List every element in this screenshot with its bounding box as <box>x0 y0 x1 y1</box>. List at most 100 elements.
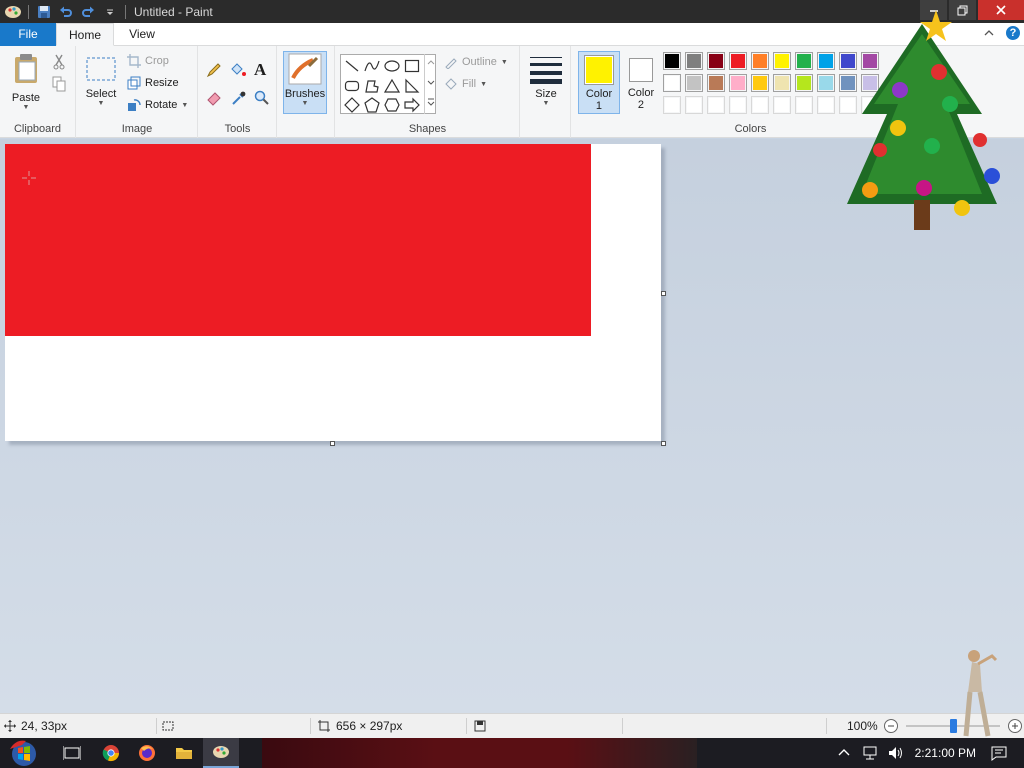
zoom-out-icon[interactable] <box>883 718 899 734</box>
crop-label: Crop <box>145 55 169 67</box>
line-shape-icon[interactable] <box>343 57 361 75</box>
palette-swatch[interactable] <box>795 52 813 70</box>
paste-button[interactable]: Paste ▼ <box>6 52 46 111</box>
color1-button[interactable]: Color 1 <box>578 51 620 114</box>
palette-swatch[interactable] <box>773 74 791 92</box>
palette-swatch[interactable] <box>795 74 813 92</box>
tab-file[interactable]: File <box>0 23 56 46</box>
outline-button[interactable]: Outline ▼ <box>444 55 508 69</box>
rotate-label: Rotate <box>145 99 178 111</box>
palette-swatch[interactable] <box>663 74 681 92</box>
palette-swatch[interactable] <box>685 74 703 92</box>
palette-swatch[interactable] <box>773 96 791 114</box>
scroll-down-icon[interactable] <box>426 76 436 90</box>
brushes-button[interactable]: Brushes ▼ <box>283 51 327 114</box>
palette-swatch[interactable] <box>795 96 813 114</box>
palette-swatch[interactable] <box>817 96 835 114</box>
palette-swatch[interactable] <box>729 74 747 92</box>
palette-swatch[interactable] <box>729 52 747 70</box>
zoom-in-icon[interactable] <box>1007 718 1023 734</box>
resize-button[interactable]: Resize <box>127 76 179 90</box>
right-arrow-shape-icon[interactable] <box>403 96 421 114</box>
rotate-button[interactable]: Rotate ▼ <box>127 98 188 112</box>
pencil-icon <box>206 63 221 78</box>
scroll-up-icon[interactable] <box>426 56 436 70</box>
taskbar-clock[interactable]: 2:21:00 PM <box>915 746 976 760</box>
drawing-canvas[interactable] <box>5 144 661 441</box>
rotate-dropdown-icon: ▼ <box>181 101 189 109</box>
cut-button[interactable] <box>52 54 66 70</box>
palette-swatch[interactable] <box>685 52 703 70</box>
palette-swatch[interactable] <box>817 74 835 92</box>
system-tray: 2:21:00 PM <box>837 738 1024 768</box>
zoom-level: 100% <box>847 719 878 733</box>
palette-swatch[interactable] <box>751 96 769 114</box>
start-button[interactable] <box>2 738 46 768</box>
firefox-taskbar-button[interactable] <box>129 738 165 768</box>
canvas-resize-handle-corner[interactable] <box>661 441 666 446</box>
volume-icon[interactable] <box>887 745 905 761</box>
save-icon[interactable] <box>33 1 55 23</box>
fill-tool[interactable] <box>229 62 247 78</box>
help-icon[interactable]: ? <box>1006 26 1020 40</box>
text-tool[interactable]: A <box>254 60 266 80</box>
palette-swatch[interactable] <box>663 96 681 114</box>
rounded-rectangle-shape-icon[interactable] <box>343 77 361 95</box>
tab-view[interactable]: View <box>114 23 170 46</box>
customize-qat-icon[interactable] <box>99 1 121 23</box>
pentagon-shape-icon[interactable] <box>363 96 381 114</box>
canvas-resize-handle-right[interactable] <box>661 291 666 296</box>
palette-swatch[interactable] <box>685 96 703 114</box>
paint-icon <box>213 746 229 758</box>
palette-swatch[interactable] <box>817 52 835 70</box>
color2-swatch <box>631 60 651 80</box>
palette-swatch[interactable] <box>751 52 769 70</box>
show-hidden-icons-icon[interactable] <box>837 746 851 760</box>
diamond-shape-icon[interactable] <box>343 96 361 114</box>
chrome-taskbar-button[interactable] <box>93 738 129 768</box>
right-triangle-shape-icon[interactable] <box>403 77 421 95</box>
shapes-scrollbar[interactable] <box>424 54 436 114</box>
red-rectangle-shape[interactable] <box>5 144 591 336</box>
palette-swatch[interactable] <box>663 52 681 70</box>
redo-icon[interactable] <box>77 1 99 23</box>
dancer-figure-decoration <box>963 650 998 737</box>
select-button[interactable]: Select ▼ <box>83 56 119 107</box>
network-icon[interactable] <box>861 745 879 761</box>
undo-icon[interactable] <box>55 1 77 23</box>
size-button[interactable]: Size ▼ <box>528 54 564 107</box>
magnifier-tool[interactable] <box>254 90 270 106</box>
palette-swatch[interactable] <box>729 96 747 114</box>
tab-home[interactable]: Home <box>56 23 114 46</box>
eraser-tool[interactable] <box>206 90 222 106</box>
paint-taskbar-button[interactable] <box>203 738 239 768</box>
line-size-icon <box>530 57 562 84</box>
action-center-icon[interactable] <box>990 745 1008 761</box>
file-explorer-taskbar-button[interactable] <box>166 738 202 768</box>
curve-shape-icon[interactable] <box>363 57 381 75</box>
triangle-shape-icon[interactable] <box>383 77 401 95</box>
canvas-resize-handle-bottom[interactable] <box>330 441 335 446</box>
palette-swatch[interactable] <box>751 74 769 92</box>
paint-app-icon[interactable] <box>2 1 24 23</box>
task-view-button[interactable] <box>54 738 90 768</box>
expand-gallery-icon[interactable] <box>426 96 436 110</box>
palette-swatch[interactable] <box>707 52 725 70</box>
color2-button[interactable]: Color 2 <box>624 51 658 114</box>
hexagon-shape-icon[interactable] <box>383 96 401 114</box>
rectangle-shape-icon[interactable] <box>403 57 421 75</box>
selection-size-icon <box>162 721 174 731</box>
oval-shape-icon[interactable] <box>383 57 401 75</box>
palette-swatch-fill <box>797 98 811 112</box>
crop-button[interactable]: Crop <box>127 54 169 68</box>
palette-swatch[interactable] <box>707 74 725 92</box>
palette-swatch[interactable] <box>773 52 791 70</box>
copy-button[interactable] <box>52 76 66 92</box>
pencil-tool[interactable] <box>206 62 222 78</box>
color-picker-tool[interactable] <box>231 90 247 106</box>
polygon-shape-icon[interactable] <box>363 77 381 95</box>
eraser-icon <box>207 92 221 106</box>
fill-button[interactable]: Fill ▼ <box>444 77 487 91</box>
windows-start-icon <box>10 740 36 766</box>
palette-swatch[interactable] <box>707 96 725 114</box>
